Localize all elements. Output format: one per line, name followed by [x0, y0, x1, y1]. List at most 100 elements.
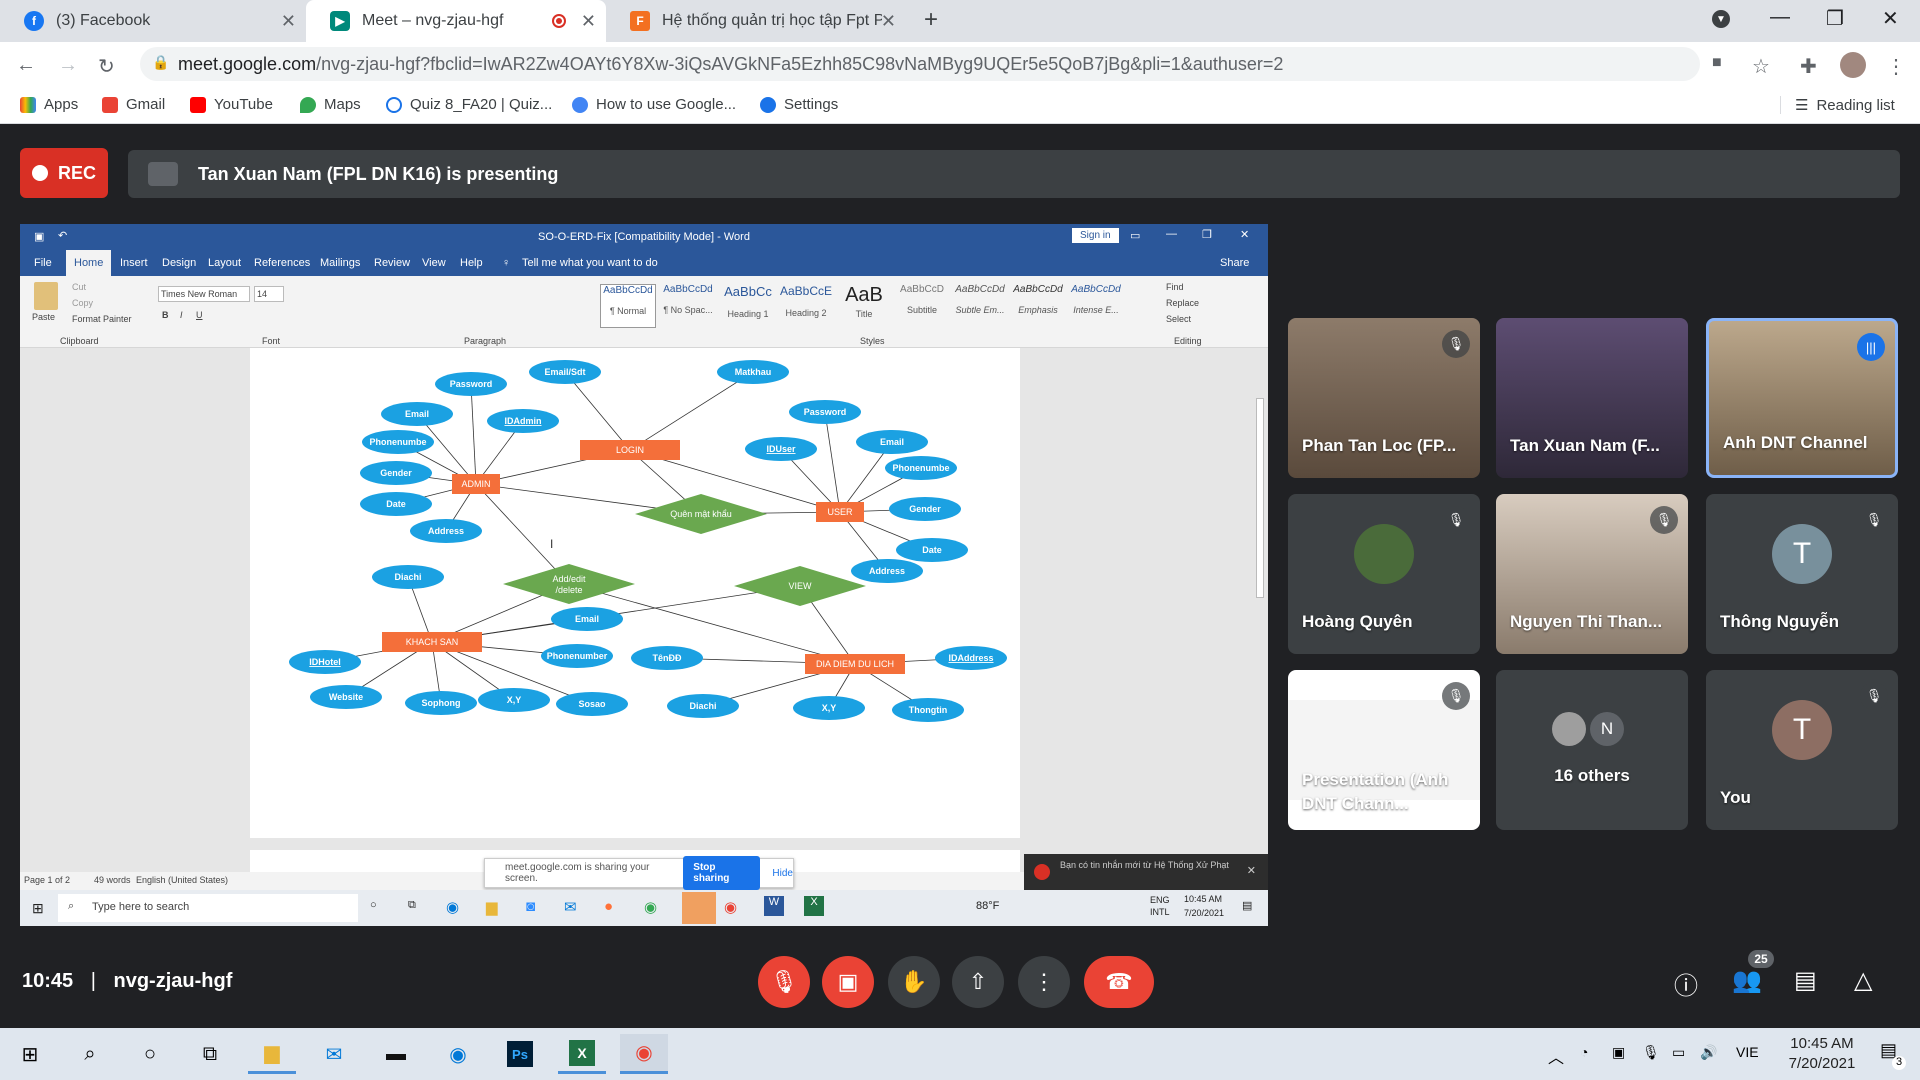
meeting-code[interactable]: nvg-zjau-hgf	[113, 970, 232, 992]
style-intense-emphasis[interactable]: AaBbCcDd Intense E...	[1068, 284, 1124, 328]
windows-start-icon[interactable]: ⊞	[32, 900, 44, 917]
sign-in-button[interactable]: Sign in	[1072, 228, 1119, 243]
close-tab-icon[interactable]: ✕	[881, 11, 896, 32]
edge-icon[interactable]: ◉	[434, 1034, 482, 1074]
forward-icon[interactable]: →	[58, 54, 78, 77]
chrome-icon[interactable]: ◉	[620, 1034, 668, 1074]
edge-icon[interactable]: ◉	[446, 898, 459, 916]
cortana-icon[interactable]: ○	[126, 1034, 174, 1074]
windows-start-icon[interactable]: ⊞	[6, 1034, 54, 1074]
zoom-icon[interactable]: ◙	[526, 898, 535, 915]
bookmark-maps[interactable]: Maps	[300, 96, 361, 113]
minimize-icon[interactable]: —	[1770, 6, 1790, 29]
style-subtle-emphasis[interactable]: AaBbCcDd Subtle Em...	[952, 284, 1008, 328]
presentation-tile[interactable]: 🎙 Presentation (Anh DNT Chann...	[1288, 670, 1480, 830]
restore-icon[interactable]: ❐	[1826, 6, 1844, 31]
menu-help[interactable]: Help	[460, 257, 483, 269]
style-heading2[interactable]: AaBbCcE Heading 2	[778, 284, 834, 328]
active-app-icon[interactable]	[682, 892, 716, 924]
self-tile[interactable]: 🎙 T You	[1706, 670, 1898, 830]
paste-icon[interactable]	[34, 282, 58, 310]
activities-icon[interactable]: △	[1854, 966, 1872, 995]
notification-close-icon[interactable]: ✕	[1247, 864, 1256, 877]
back-icon[interactable]: ←	[16, 54, 36, 77]
stop-sharing-button[interactable]: Stop sharing	[683, 856, 761, 890]
people-icon[interactable]: 👥	[1732, 966, 1762, 995]
bookmark-star-icon[interactable]: ☆	[1752, 54, 1770, 79]
participant-tile-speaking[interactable]: ||| Anh DNT Channel	[1706, 318, 1898, 478]
copy-button[interactable]: Copy	[72, 298, 93, 308]
share-button[interactable]: Share	[1220, 257, 1249, 269]
input-language[interactable]: VIE	[1736, 1044, 1759, 1060]
keyboard-lang[interactable]: ENG INTL	[1150, 894, 1174, 918]
paste-label[interactable]: Paste	[32, 312, 55, 322]
style-no-spacing[interactable]: AaBbCcDd ¶ No Spac...	[660, 284, 716, 328]
tab-facebook[interactable]: f (3) Facebook ✕	[0, 0, 306, 42]
format-painter-button[interactable]: Format Painter	[72, 314, 132, 324]
network-icon[interactable]: ◔	[1580, 1044, 1588, 1060]
participant-tile[interactable]: 🎙 Phan Tan Loc (FP...	[1288, 318, 1480, 478]
terminal-icon[interactable]: ▬	[372, 1034, 420, 1074]
bookmark-gmail[interactable]: Gmail	[102, 96, 165, 113]
bookmark-google[interactable]: How to use Google...	[572, 96, 736, 113]
excel-app-icon[interactable]: X	[804, 896, 824, 916]
tab-meet[interactable]: ▶ Meet – nvg-zjau-hgf ✕	[306, 0, 606, 42]
end-call-button[interactable]: ☎	[1084, 956, 1154, 1008]
style-emphasis[interactable]: AaBbCcDd Emphasis	[1010, 284, 1066, 328]
menu-review[interactable]: Review	[374, 257, 410, 269]
style-heading1[interactable]: AaBbCc Heading 1	[720, 284, 776, 328]
word-close-icon[interactable]: ✕	[1240, 228, 1249, 241]
word-restore-icon[interactable]: ❐	[1202, 228, 1212, 241]
style-subtitle[interactable]: AaBbCcD Subtitle	[894, 284, 950, 328]
new-tab-button[interactable]: +	[924, 6, 938, 34]
info-icon[interactable]: ⓘ	[1674, 966, 1698, 1001]
mic-toggle-button[interactable]: 🎙	[758, 956, 810, 1008]
style-normal[interactable]: AaBbCcDd ¶ Normal	[600, 284, 656, 328]
bookmark-youtube[interactable]: YouTube	[190, 96, 273, 113]
menu-file[interactable]: File	[34, 257, 52, 269]
chat-icon[interactable]: ▤	[1794, 966, 1817, 995]
photoshop-icon[interactable]: Ps	[496, 1034, 544, 1074]
search-icon[interactable]: ⌕	[66, 1034, 114, 1074]
others-tile[interactable]: N 16 others	[1496, 670, 1688, 830]
participant-tile[interactable]: 🎙 Hoàng Quyên	[1288, 494, 1480, 654]
battery-icon[interactable]: ▭	[1672, 1044, 1685, 1061]
chrome-icon-2[interactable]: ◉	[724, 898, 737, 916]
word-minimize-icon[interactable]: —	[1166, 228, 1177, 240]
shared-clock-date[interactable]: 7/20/2021	[1184, 908, 1224, 918]
find-button[interactable]: Find	[1166, 282, 1184, 292]
underline-icon[interactable]: U	[196, 310, 203, 320]
font-size-select[interactable]: 14	[254, 286, 284, 302]
tab-fpt[interactable]: F Hệ thống quản trị học tập Fpt Po ✕	[606, 0, 906, 42]
menu-view[interactable]: View	[422, 257, 446, 269]
weather-temp[interactable]: 88°F	[976, 900, 999, 912]
bold-icon[interactable]: B	[162, 310, 169, 320]
menu-insert[interactable]: Insert	[120, 257, 148, 269]
menu-design[interactable]: Design	[162, 257, 196, 269]
volume-icon[interactable]: 🔊	[1700, 1044, 1717, 1061]
hide-button[interactable]: Hide	[772, 868, 793, 879]
tell-me-input[interactable]: Tell me what you want to do	[522, 257, 658, 269]
os-clock[interactable]: 10:45 AM 7/20/2021	[1772, 1034, 1872, 1074]
file-explorer-icon[interactable]: ▆	[248, 1034, 296, 1074]
bookmark-apps[interactable]: Apps	[20, 96, 78, 113]
toast-notification[interactable]: Bạn có tin nhắn mới từ Hệ Thống Xử Phạt …	[1024, 854, 1268, 890]
participant-tile[interactable]: 🎙 T Thông Nguyễn	[1706, 494, 1898, 654]
firefox-icon[interactable]: ●	[604, 898, 613, 915]
profile-avatar[interactable]	[1840, 52, 1866, 78]
camera-icon[interactable]: ■	[1712, 54, 1722, 72]
participant-tile[interactable]: 🎙 Nguyen Thi Than...	[1496, 494, 1688, 654]
show-hidden-icons[interactable]: ︿	[1548, 1044, 1564, 1068]
task-view-icon[interactable]: ⧉	[408, 899, 416, 912]
menu-dots-icon[interactable]: ⋮	[1886, 54, 1906, 79]
url-input[interactable]: 🔒 meet.google.com/nvg-zjau-hgf?fbclid=Iw…	[140, 47, 1700, 81]
bookmark-settings[interactable]: Settings	[760, 96, 838, 113]
action-center-icon[interactable]: ▤	[1242, 899, 1252, 912]
taskbar-search-input[interactable]: ⌕ Type here to search	[58, 894, 358, 922]
cut-button[interactable]: Cut	[72, 282, 86, 292]
menu-mailings[interactable]: Mailings	[320, 257, 360, 269]
extensions-icon[interactable]: ✚	[1800, 54, 1817, 79]
menu-references[interactable]: References	[254, 257, 310, 269]
present-button[interactable]: ⇧	[952, 956, 1004, 1008]
shared-clock-time[interactable]: 10:45 AM	[1184, 894, 1222, 904]
